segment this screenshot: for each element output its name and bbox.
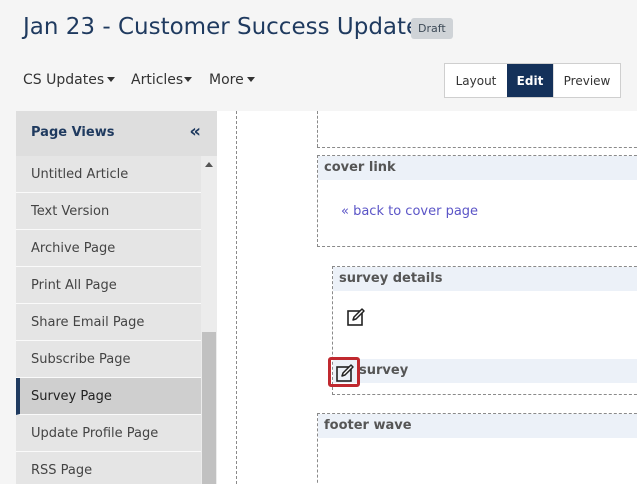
back-to-cover-link[interactable]: « back to cover page xyxy=(341,204,478,219)
sidebar-item-untitled-article[interactable]: Untitled Article xyxy=(16,156,201,193)
sidebar-scrollbar[interactable] xyxy=(201,156,217,484)
edit-pencil-icon xyxy=(335,363,355,383)
edit-survey-button[interactable] xyxy=(335,363,355,383)
footer-wave-block: footer wave xyxy=(317,413,637,484)
column-guide xyxy=(236,111,237,484)
articles-menu[interactable]: Articles xyxy=(131,72,193,88)
cs-updates-menu[interactable]: CS Updates xyxy=(23,72,116,88)
survey-label: survey xyxy=(333,359,637,383)
page-views-list: Untitled Article Text Version Archive Pa… xyxy=(16,156,201,484)
more-menu[interactable]: More xyxy=(209,72,255,88)
edit-view-button[interactable]: Edit xyxy=(507,64,553,97)
block-divider xyxy=(317,147,637,148)
sidebar-title: Page Views xyxy=(31,125,115,140)
caret-down-icon xyxy=(246,76,255,82)
edit-pencil-icon xyxy=(346,307,366,327)
sidebar-item-rss-page[interactable]: RSS Page xyxy=(16,452,201,484)
sidebar-item-text-version[interactable]: Text Version xyxy=(16,193,201,230)
more-label: More xyxy=(209,72,244,88)
preview-view-button[interactable]: Preview xyxy=(553,64,620,97)
sidebar-header: Page Views « xyxy=(16,111,217,156)
page-title: Jan 23 - Customer Success Updates xyxy=(23,14,433,40)
sidebar-item-share-email-page[interactable]: Share Email Page xyxy=(16,304,201,341)
caret-down-icon xyxy=(184,76,193,82)
articles-label: Articles xyxy=(131,72,184,88)
sidebar-item-archive-page[interactable]: Archive Page xyxy=(16,230,201,267)
cover-link-label: cover link xyxy=(318,156,637,180)
edit-survey-details-button[interactable] xyxy=(346,307,366,327)
page-header: Jan 23 - Customer Success Updates Draft … xyxy=(0,0,637,111)
sidebar-item-survey-page[interactable]: Survey Page xyxy=(16,378,201,415)
scroll-up-arrow-icon[interactable] xyxy=(205,162,213,167)
collapse-sidebar-button[interactable]: « xyxy=(189,122,201,142)
cover-link-block: cover link xyxy=(317,155,637,247)
survey-details-block: survey details survey xyxy=(332,266,637,395)
sidebar-item-subscribe-page[interactable]: Subscribe Page xyxy=(16,341,201,378)
status-badge: Draft xyxy=(411,18,453,39)
sidebar-item-update-profile-page[interactable]: Update Profile Page xyxy=(16,415,201,452)
page-views-sidebar: Page Views « Untitled Article Text Versi… xyxy=(16,111,217,484)
footer-wave-label: footer wave xyxy=(318,414,637,438)
view-mode-toggle: Layout Edit Preview xyxy=(444,63,621,98)
caret-down-icon xyxy=(107,76,116,82)
edit-canvas: cover link « back to cover page survey d… xyxy=(217,111,637,484)
survey-details-label: survey details xyxy=(333,267,637,291)
layout-view-button[interactable]: Layout xyxy=(445,64,507,97)
scrollbar-thumb[interactable] xyxy=(202,332,216,484)
column-guide xyxy=(317,111,318,147)
double-chevron-left-icon: « xyxy=(189,121,201,142)
cs-updates-label: CS Updates xyxy=(23,72,105,88)
sidebar-item-print-all-page[interactable]: Print All Page xyxy=(16,267,201,304)
